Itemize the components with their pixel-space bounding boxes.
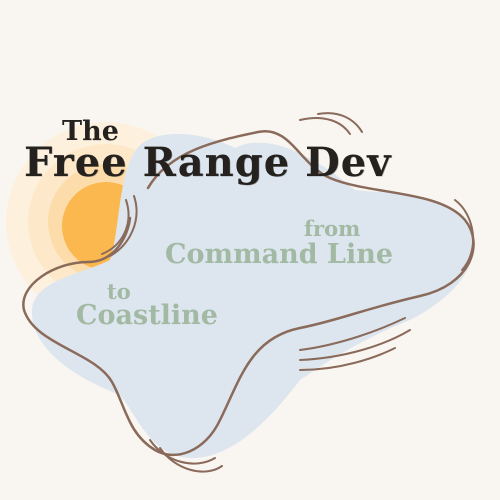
- outline-inner-top: [317, 112, 363, 133]
- brand-title: Free Range Dev: [24, 139, 392, 186]
- tagline-from: from: [304, 216, 361, 241]
- tagline-to: to: [107, 279, 131, 304]
- logo-canvas: The Free Range Dev from Command Line to …: [0, 0, 500, 500]
- tagline-command-line: Command Line: [165, 239, 394, 270]
- outline-inner-top-2: [299, 116, 351, 135]
- tagline-coastline: Coastline: [76, 300, 218, 331]
